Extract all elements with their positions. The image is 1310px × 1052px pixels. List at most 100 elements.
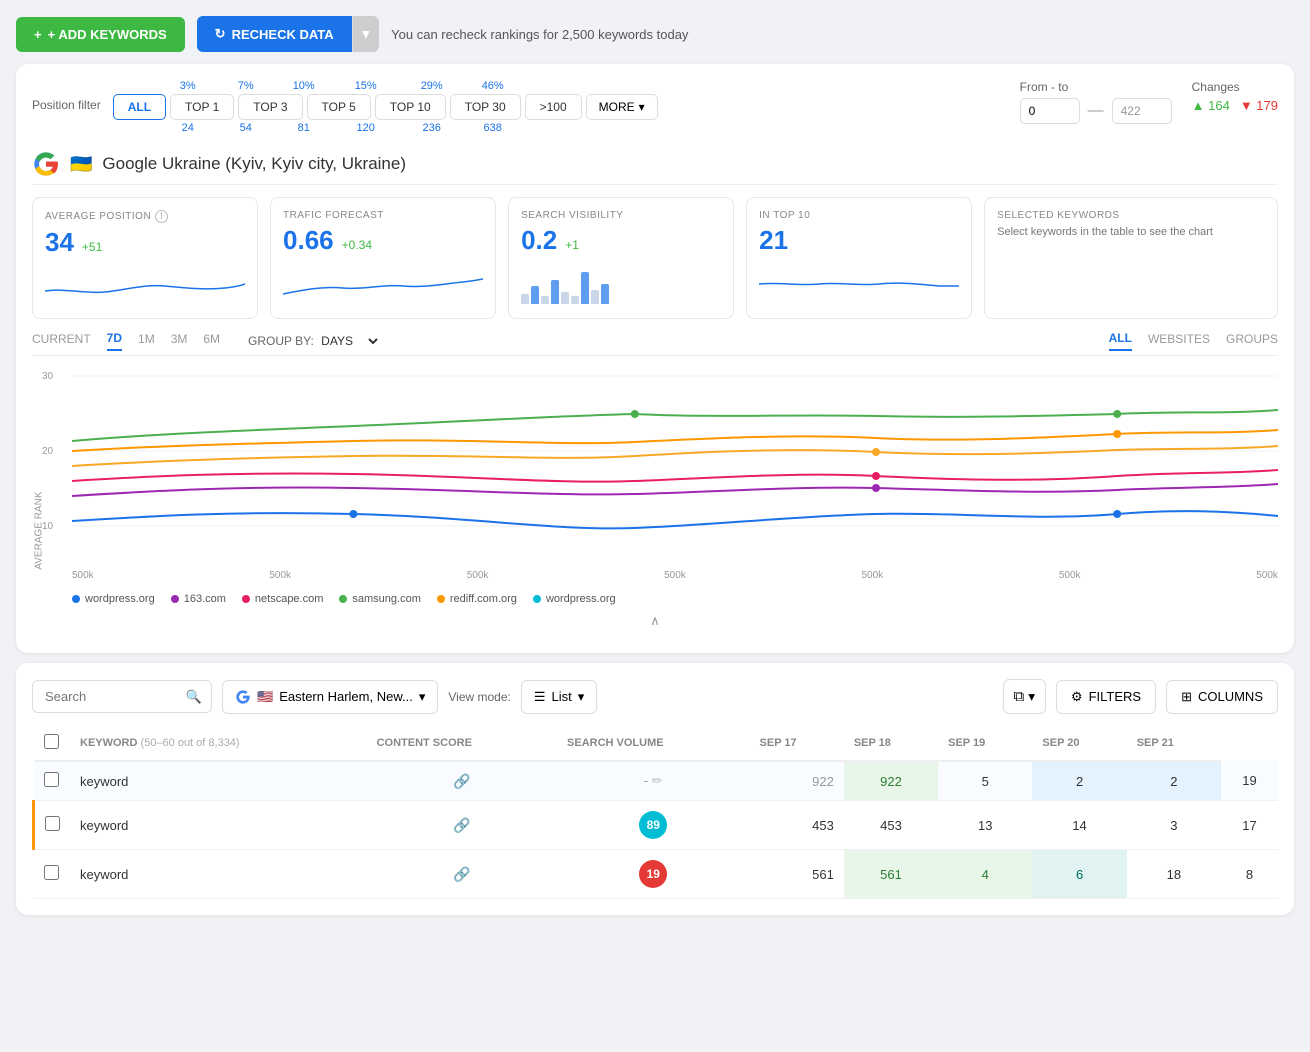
legend-dot-samsung	[339, 595, 347, 603]
table-header-row: KEYWORD (50–60 out of 8,334) CONTENT SCO…	[34, 726, 1279, 761]
search-icon: 🔍	[186, 689, 202, 705]
filter-top30-button[interactable]: TOP 30	[450, 94, 521, 120]
row2-sep21: 17	[1221, 801, 1278, 850]
legend-item-samsung: samsung.com	[339, 593, 420, 605]
table-row: keyword 🔗 19 561 561 4 6 18 8	[34, 850, 1279, 899]
from-input[interactable]	[1020, 98, 1080, 124]
info-icon: i	[155, 210, 168, 223]
filter-top3-button[interactable]: TOP 3	[238, 94, 302, 120]
row2-link[interactable]: 🔗	[367, 801, 557, 850]
row1-checkbox[interactable]	[44, 772, 59, 787]
row2-score: 89	[557, 801, 749, 850]
filter-top5-button[interactable]: TOP 5	[307, 94, 371, 120]
view-toggle: ALL WEBSITES GROUPS	[1109, 331, 1278, 351]
chart-collapse-button[interactable]: ∧	[32, 613, 1278, 629]
location-button[interactable]: 🇺🇸 Eastern Harlem, New... ▾	[222, 680, 438, 714]
table-row: keyword 🔗 - ✏ 922 922 5 2 2 19	[34, 761, 1279, 801]
legend-item-rediff: rediff.com.org	[437, 593, 517, 605]
col-keyword: KEYWORD (50–60 out of 8,334)	[70, 726, 367, 761]
row1-sep21: 19	[1221, 761, 1278, 801]
x-tick-5: 500k	[862, 570, 884, 581]
to-input[interactable]	[1112, 98, 1172, 124]
legend-item-163: 163.com	[171, 593, 226, 605]
row2-sep17: 453	[844, 801, 938, 850]
row1-sep18: 5	[938, 761, 1032, 801]
view-tab-websites[interactable]: WEBSITES	[1148, 332, 1210, 350]
visibility-label: SEARCH VISIBILITY	[521, 210, 623, 221]
tab-7d[interactable]: 7D	[107, 331, 122, 351]
avg-position-label: AVERAGE POSITION	[45, 211, 151, 222]
col-sep21: SEP 21	[1127, 726, 1221, 761]
filter-buttons-wrap: 3% 7% 10% 15% 29% 46% ALL TOP 1 TOP 3 TO…	[113, 80, 1020, 134]
tab-1m[interactable]: 1M	[138, 332, 155, 350]
row1-keyword: keyword	[70, 761, 367, 801]
row1-link-icon[interactable]: 🔗	[453, 773, 470, 789]
from-to-separator: —	[1088, 102, 1104, 120]
filter-more-button[interactable]: MORE ▾	[586, 94, 658, 120]
row2-sep18: 13	[938, 801, 1032, 850]
recheck-dropdown-button[interactable]: ▾	[352, 16, 380, 52]
table-row: keyword 🔗 89 453 453 13 14 3 17	[34, 801, 1279, 850]
changes-label: Changes	[1192, 80, 1278, 94]
add-keywords-button[interactable]: + + ADD KEYWORDS	[16, 17, 185, 52]
avg-position-value: 34	[45, 227, 74, 258]
recheck-info-text: You can recheck rankings for 2,500 keywo…	[391, 27, 688, 42]
row2-link-icon[interactable]: 🔗	[453, 817, 470, 833]
legend-dot-wordpress2	[533, 595, 541, 603]
table-toolbar: 🔍 🇺🇸 Eastern Harlem, New... ▾ View mode:…	[32, 679, 1278, 714]
columns-label: COLUMNS	[1198, 689, 1263, 704]
group-by-select[interactable]: DAYS WEEKS	[317, 333, 381, 349]
col-content-score: CONTENT SCORE	[367, 726, 557, 761]
select-all-checkbox[interactable]	[44, 734, 59, 749]
selected-label: SELECTED KEYWORDS	[997, 210, 1119, 221]
view-mode-button[interactable]: ☰ List ▾	[521, 680, 597, 714]
recheck-button[interactable]: ↻ RECHECK DATA	[197, 16, 352, 52]
y-tick-10: 10	[42, 521, 53, 532]
tab-current[interactable]: CURRENT	[32, 332, 91, 350]
copy-button[interactable]: ⧉ ▾	[1003, 679, 1046, 714]
row2-checkbox[interactable]	[45, 816, 60, 831]
row3-link-icon[interactable]: 🔗	[453, 866, 470, 882]
x-tick-4: 500k	[664, 570, 686, 581]
filter-top10-button[interactable]: TOP 10	[375, 94, 446, 120]
filters-button[interactable]: ⚙ FILTERS	[1056, 680, 1156, 714]
row2-sep20: 3	[1127, 801, 1221, 850]
row3-score: 19	[557, 850, 749, 899]
collapse-icon: ∧	[650, 613, 660, 628]
copy-dropdown-icon: ▾	[1028, 689, 1035, 705]
selected-desc: Select keywords in the table to see the …	[997, 225, 1265, 240]
view-tab-groups[interactable]: GROUPS	[1226, 332, 1278, 350]
row1-sep17: 922	[844, 761, 938, 801]
flag-icon: 🇺🇦	[70, 154, 92, 175]
tab-6m[interactable]: 6M	[203, 332, 220, 350]
row3-checkbox[interactable]	[44, 865, 59, 880]
filter-top1-button[interactable]: TOP 1	[170, 94, 234, 120]
filters-label: FILTERS	[1089, 689, 1142, 704]
row3-link[interactable]: 🔗	[367, 850, 557, 899]
tab-3m[interactable]: 3M	[171, 332, 188, 350]
row3-score-badge: 19	[639, 860, 667, 888]
top10-label: IN TOP 10	[759, 210, 810, 221]
chart-area: 30 20 10	[72, 366, 1278, 566]
filter-icon: ⚙	[1071, 689, 1083, 705]
top10-chart	[759, 264, 959, 304]
x-tick-7: 500k	[1256, 570, 1278, 581]
col-sep20: SEP 20	[1032, 726, 1126, 761]
legend-dot-rediff	[437, 595, 445, 603]
columns-button[interactable]: ⊞ COLUMNS	[1166, 680, 1278, 714]
row3-sep20: 18	[1127, 850, 1221, 899]
refresh-icon: ↻	[215, 26, 226, 42]
row1-link[interactable]: 🔗	[367, 761, 557, 801]
y-tick-20: 20	[42, 446, 53, 457]
legend-dot-netscape	[242, 595, 250, 603]
row1-edit-icon[interactable]: ✏	[652, 773, 663, 788]
filter-gt100-button[interactable]: >100	[525, 94, 582, 120]
visibility-chart	[521, 264, 721, 304]
visibility-value: 0.2	[521, 225, 557, 256]
view-tab-all[interactable]: ALL	[1109, 331, 1132, 351]
row1-search-volume: 922	[750, 761, 844, 801]
view-mode-value: List	[552, 689, 572, 704]
x-tick-2: 500k	[269, 570, 291, 581]
filter-all-button[interactable]: ALL	[113, 94, 166, 120]
col-sep17: SEP 17	[750, 726, 844, 761]
